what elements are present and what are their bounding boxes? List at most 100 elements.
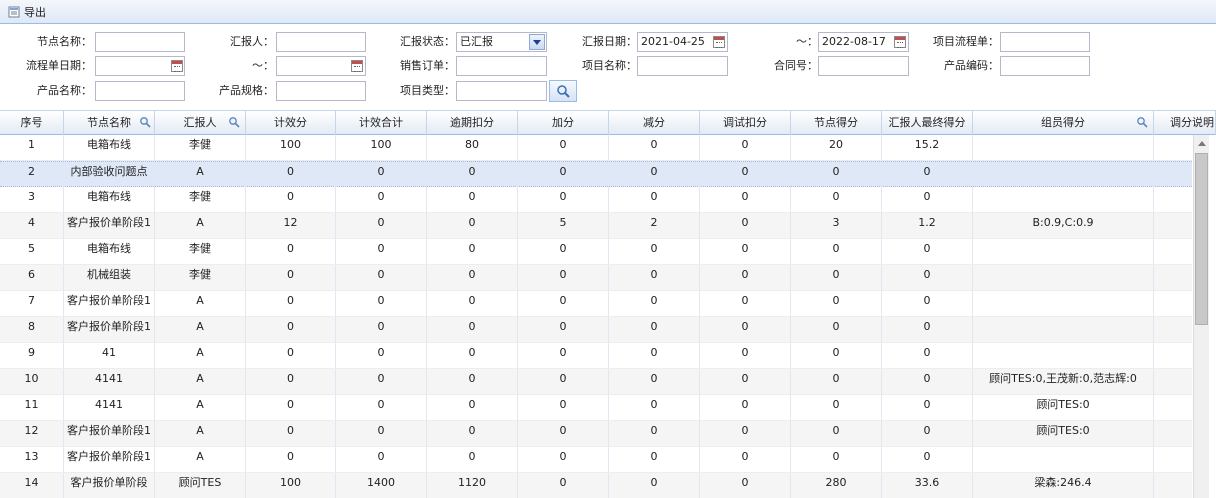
node-name-input[interactable] bbox=[95, 32, 185, 52]
header-col-node-score[interactable]: 节点得分 bbox=[791, 111, 882, 135]
product-code-input[interactable] bbox=[1000, 56, 1090, 76]
calendar-icon[interactable] bbox=[351, 60, 363, 72]
cell-node-score: 0 bbox=[791, 317, 882, 342]
cell-perf-score: 0 bbox=[246, 343, 336, 368]
search-icon[interactable] bbox=[228, 116, 240, 128]
report-date-from-value: 2021-04-25 bbox=[641, 35, 705, 48]
table-row[interactable]: 1 电箱布线 李健 100 100 80 0 0 0 20 15.2 bbox=[0, 135, 1192, 161]
header-col-adjust-note[interactable]: 调分说明 bbox=[1154, 111, 1216, 135]
product-spec-input[interactable] bbox=[276, 81, 366, 101]
cell-reporter-final-score: 1.2 bbox=[882, 213, 973, 238]
header-col-perf-score[interactable]: 计效分 bbox=[246, 111, 336, 135]
cell-penalty: 0 bbox=[609, 291, 700, 316]
cell-penalty: 0 bbox=[609, 421, 700, 446]
cell-reporter-final-score: 0 bbox=[882, 239, 973, 264]
cell-bonus: 0 bbox=[518, 343, 609, 368]
cell-adjust-note bbox=[1154, 395, 1192, 420]
cell-perf-total: 0 bbox=[336, 317, 427, 342]
vertical-scrollbar[interactable] bbox=[1193, 135, 1209, 498]
header-col-overdue-deduction[interactable]: 逾期扣分 bbox=[427, 111, 518, 135]
report-date-range-sep: ～： bbox=[796, 35, 818, 48]
search-icon[interactable] bbox=[139, 116, 151, 128]
cell-index: 6 bbox=[0, 265, 64, 290]
scroll-up-icon[interactable] bbox=[1194, 135, 1210, 151]
header-col-perf-total[interactable]: 计效合计 bbox=[336, 111, 427, 135]
header-col-reporter-final-score[interactable]: 汇报人最终得分 bbox=[882, 111, 973, 135]
cell-debug-deduction: 0 bbox=[700, 291, 791, 316]
cell-reporter-final-score: 0 bbox=[882, 421, 973, 446]
cell-overdue-deduction: 0 bbox=[427, 239, 518, 264]
report-status-value: 已汇报 bbox=[460, 35, 493, 48]
table-row[interactable]: 7 客户报价单阶段1 A 0 0 0 0 0 0 0 0 bbox=[0, 291, 1192, 317]
cell-node-score: 0 bbox=[791, 369, 882, 394]
cell-reporter: 李健 bbox=[155, 239, 246, 264]
header-col-bonus[interactable]: 加分 bbox=[518, 111, 609, 135]
search-icon[interactable] bbox=[1136, 116, 1148, 128]
cell-member-score bbox=[973, 239, 1154, 264]
cell-node-name: 客户报价单阶段1 bbox=[64, 213, 155, 238]
export-button[interactable]: 导出 bbox=[6, 2, 48, 22]
table-row[interactable]: 6 机械组装 李健 0 0 0 0 0 0 0 0 bbox=[0, 265, 1192, 291]
table-row[interactable]: 4 客户报价单阶段1 A 12 0 0 5 2 0 3 1.2 B:0.9,C:0.9 bbox=[0, 213, 1192, 239]
table-row[interactable]: 9 41 A 0 0 0 0 0 0 0 0 bbox=[0, 343, 1192, 369]
contract-no-label: 合同号： bbox=[774, 59, 818, 72]
cell-member-score: B:0.9,C:0.9 bbox=[973, 213, 1154, 238]
cell-bonus: 0 bbox=[518, 369, 609, 394]
sales-order-input[interactable] bbox=[456, 56, 547, 76]
cell-debug-deduction: 0 bbox=[700, 187, 791, 212]
table-row[interactable]: 3 电箱布线 李健 0 0 0 0 0 0 0 0 bbox=[0, 187, 1192, 213]
cell-reporter-final-score: 0 bbox=[882, 369, 973, 394]
search-button[interactable] bbox=[549, 80, 577, 102]
project-type-input[interactable] bbox=[456, 81, 547, 101]
cell-bonus: 0 bbox=[518, 187, 609, 212]
table-row[interactable]: 10 4141 A 0 0 0 0 0 0 0 0 顾问TES:0,王茂新:0,范志辉:0 bbox=[0, 369, 1192, 395]
cell-perf-score: 0 bbox=[246, 265, 336, 290]
cell-adjust-note bbox=[1154, 265, 1192, 290]
cell-perf-total: 0 bbox=[336, 395, 427, 420]
project-name-label: 项目名称： bbox=[582, 59, 637, 72]
header-col-penalty[interactable]: 减分 bbox=[609, 111, 700, 135]
table-row[interactable]: 5 电箱布线 李健 0 0 0 0 0 0 0 0 bbox=[0, 239, 1192, 265]
cell-perf-score: 0 bbox=[246, 421, 336, 446]
cell-adjust-note bbox=[1154, 291, 1192, 316]
cell-reporter: A bbox=[155, 447, 246, 472]
table-row[interactable]: 11 4141 A 0 0 0 0 0 0 0 0 顾问TES:0 bbox=[0, 395, 1192, 421]
table-row[interactable]: 12 客户报价单阶段1 A 0 0 0 0 0 0 0 0 顾问TES:0 bbox=[0, 421, 1192, 447]
table-row[interactable]: 13 客户报价单阶段1 A 0 0 0 0 0 0 0 0 bbox=[0, 447, 1192, 473]
table-row[interactable]: 2 内部验收问题点 A 0 0 0 0 0 0 0 0 bbox=[0, 161, 1192, 187]
cell-adjust-note bbox=[1154, 135, 1192, 160]
cell-node-name: 4141 bbox=[64, 369, 155, 394]
cell-member-score bbox=[973, 343, 1154, 368]
cell-perf-score: 0 bbox=[246, 162, 336, 187]
scroll-thumb[interactable] bbox=[1195, 153, 1208, 325]
product-code-label: 产品编码： bbox=[944, 59, 999, 72]
table-row[interactable]: 8 客户报价单阶段1 A 0 0 0 0 0 0 0 0 bbox=[0, 317, 1192, 343]
calendar-icon[interactable] bbox=[713, 36, 725, 48]
cell-adjust-note bbox=[1154, 421, 1192, 446]
cell-overdue-deduction: 0 bbox=[427, 447, 518, 472]
product-name-input[interactable] bbox=[95, 81, 185, 101]
header-col-debug-deduction[interactable]: 调试扣分 bbox=[700, 111, 791, 135]
project-flow-input[interactable] bbox=[1000, 32, 1090, 52]
cell-reporter: A bbox=[155, 395, 246, 420]
cell-member-score: 梁森:246.4 bbox=[973, 473, 1154, 498]
cell-perf-total: 0 bbox=[336, 213, 427, 238]
cell-node-name: 41 bbox=[64, 343, 155, 368]
table-row[interactable]: 14 客户报价单阶段 顾问TES 100 1400 1120 0 0 0 280 33.6 梁森:24… bbox=[0, 473, 1192, 498]
contract-no-input[interactable] bbox=[818, 56, 909, 76]
calendar-icon[interactable] bbox=[171, 60, 183, 72]
cell-node-score: 0 bbox=[791, 343, 882, 368]
reporter-input[interactable] bbox=[276, 32, 366, 52]
cell-perf-total: 0 bbox=[336, 291, 427, 316]
header-col-index[interactable]: 序号 bbox=[0, 111, 64, 135]
product-name-label: 产品名称： bbox=[37, 84, 92, 97]
calendar-icon[interactable] bbox=[894, 36, 906, 48]
chevron-down-icon[interactable] bbox=[529, 34, 545, 50]
header-col-member-score[interactable]: 组员得分 bbox=[973, 111, 1154, 135]
cell-reporter-final-score: 0 bbox=[882, 187, 973, 212]
project-name-input[interactable] bbox=[637, 56, 728, 76]
cell-index: 5 bbox=[0, 239, 64, 264]
project-type-label: 项目类型： bbox=[400, 84, 455, 97]
cell-penalty: 0 bbox=[609, 343, 700, 368]
cell-reporter: A bbox=[155, 162, 246, 187]
